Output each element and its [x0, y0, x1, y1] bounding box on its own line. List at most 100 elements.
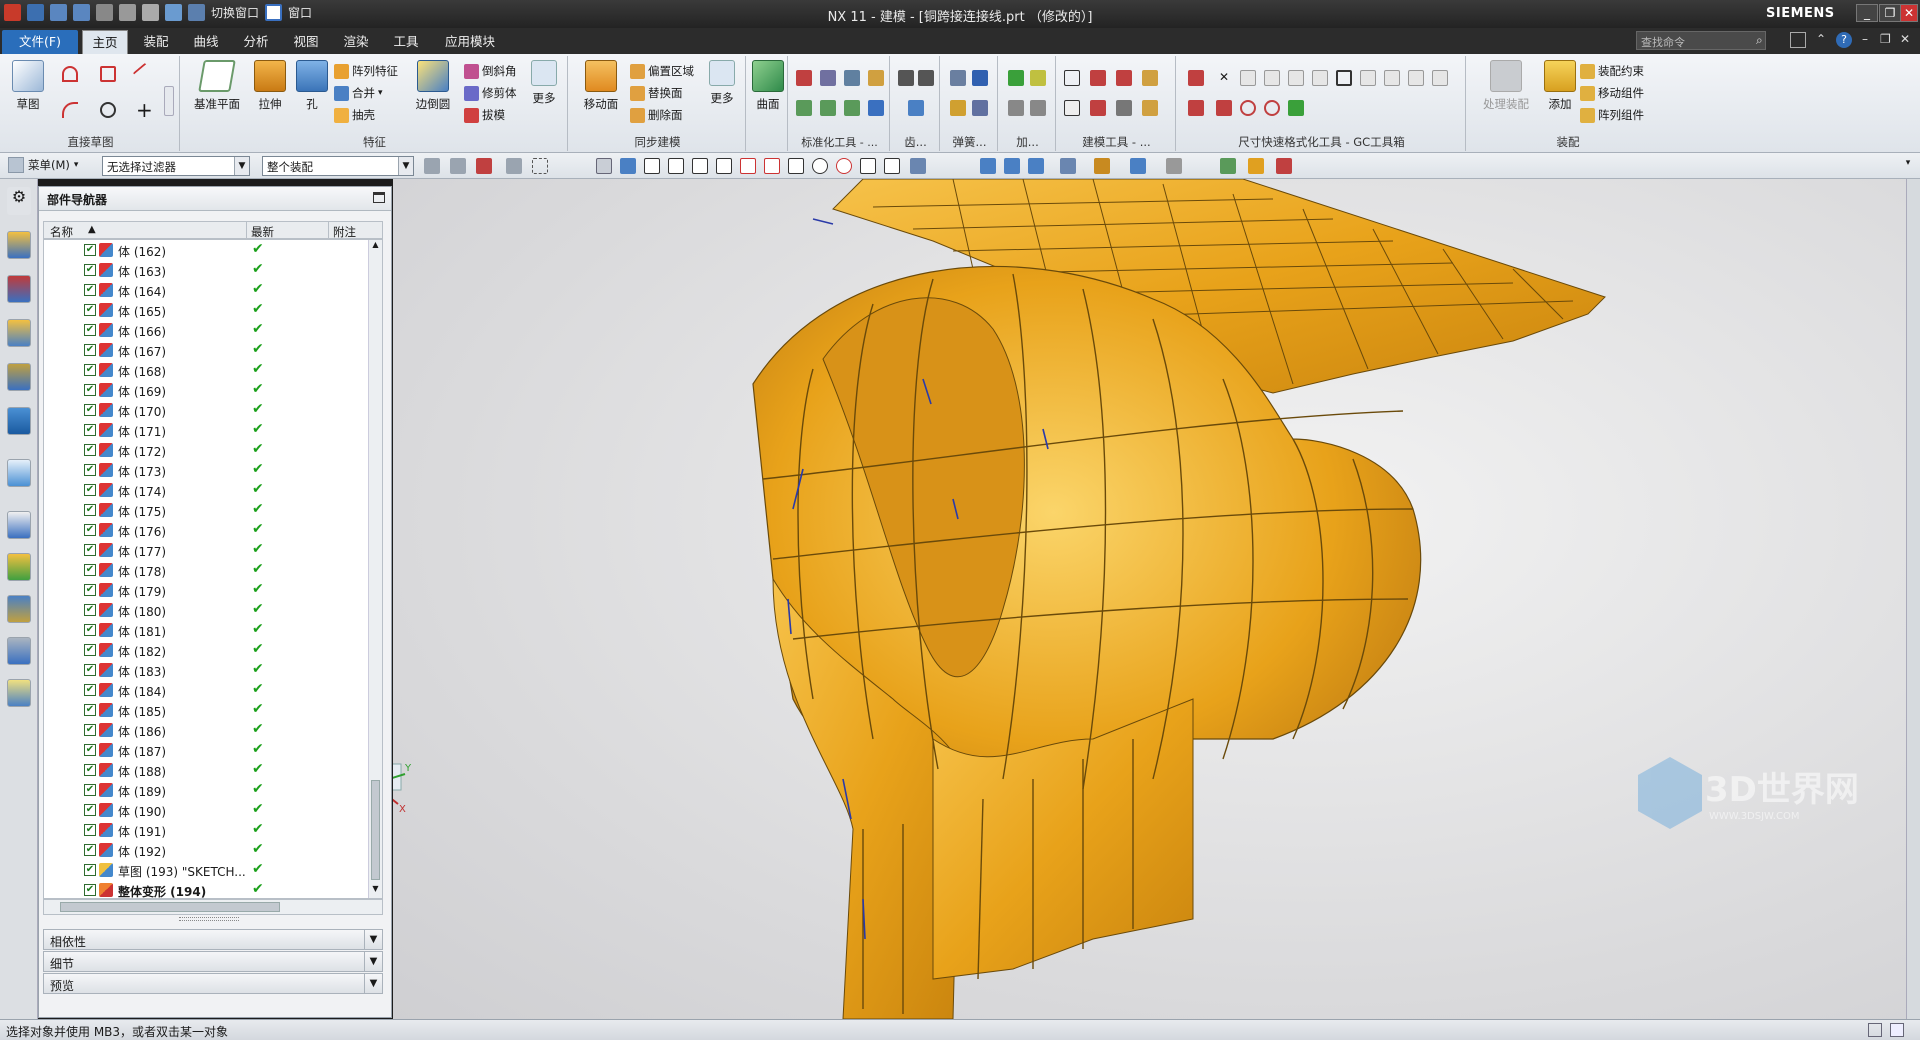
sync-more-button[interactable]: 更多	[700, 60, 744, 106]
feature-select-icon[interactable]	[476, 158, 492, 174]
manufacturing-wizards-icon[interactable]	[7, 637, 31, 665]
visibility-checkbox[interactable]: ✔	[84, 844, 96, 856]
dim-tool-8-icon[interactable]	[1360, 70, 1376, 86]
tree-row[interactable]: ✔ 体 (170) ✔	[44, 400, 374, 420]
layer-settings-icon[interactable]	[1130, 158, 1146, 174]
visibility-checkbox[interactable]: ✔	[84, 704, 96, 716]
visibility-checkbox[interactable]: ✔	[84, 664, 96, 676]
resource-settings-icon[interactable]: ⚙	[7, 187, 31, 215]
tab-analysis[interactable]: 分析	[236, 30, 276, 54]
tree-row[interactable]: ✔ 体 (163) ✔	[44, 260, 374, 280]
arc-icon[interactable]	[62, 102, 78, 118]
feature-more-button[interactable]: 更多	[522, 60, 566, 106]
column-notes[interactable]: 附注	[328, 222, 356, 239]
intersection-point-icon[interactable]	[740, 158, 756, 174]
process-studio-icon[interactable]	[7, 595, 31, 623]
spring-tool-2-icon[interactable]	[972, 70, 988, 86]
visibility-checkbox[interactable]: ✔	[84, 284, 96, 296]
std-tool-8-icon[interactable]	[868, 100, 884, 116]
gear-tool-3-icon[interactable]	[908, 100, 924, 116]
tree-row[interactable]: ✔ 体 (162) ✔	[44, 240, 374, 260]
restore-button[interactable]: ❐	[1879, 4, 1901, 22]
gear-tool-1-icon[interactable]	[898, 70, 914, 86]
system-materials-icon[interactable]	[7, 553, 31, 581]
assembly-constraint-button[interactable]: 装配约束	[1580, 62, 1644, 80]
arc-center-icon[interactable]	[764, 158, 780, 174]
add-tool-2-icon[interactable]	[1030, 70, 1046, 86]
visibility-checkbox[interactable]: ✔	[84, 864, 96, 876]
orient-view-icon[interactable]	[1094, 158, 1110, 174]
solid-select-icon[interactable]	[620, 158, 636, 174]
visibility-checkbox[interactable]: ✔	[84, 324, 96, 336]
profile-icon[interactable]	[62, 66, 78, 82]
spring-tool-4-icon[interactable]	[972, 100, 988, 116]
scroll-up-icon[interactable]: ▲	[369, 240, 382, 254]
part-navigator-icon[interactable]	[7, 319, 31, 347]
search-icon[interactable]: ⌕	[1756, 33, 1763, 48]
add-tool-3-icon[interactable]	[1008, 100, 1024, 116]
reuse-library-icon[interactable]	[7, 363, 31, 391]
point-on-face-icon[interactable]	[910, 158, 926, 174]
tree-row[interactable]: ✔ 体 (168) ✔	[44, 360, 374, 380]
visibility-checkbox[interactable]: ✔	[84, 264, 96, 276]
tab-applications[interactable]: 应用模块	[438, 30, 502, 54]
std-tool-1-icon[interactable]	[796, 70, 812, 86]
select-intent-icon[interactable]	[450, 158, 466, 174]
pattern-feature-button[interactable]: 阵列特征	[334, 62, 398, 80]
tree-row[interactable]: ✔ 体 (187) ✔	[44, 740, 374, 760]
shell-button[interactable]: 抽壳	[334, 106, 375, 124]
visibility-checkbox[interactable]: ✔	[84, 404, 96, 416]
tree-row[interactable]: ✔ 体 (185) ✔	[44, 700, 374, 720]
selection-scope-dropdown[interactable]: 整个装配 ▼	[262, 156, 414, 176]
column-up-to-date[interactable]: 最新	[246, 222, 274, 239]
dim-tool-3-icon[interactable]	[1240, 70, 1256, 86]
model-tool-1-icon[interactable]	[1064, 70, 1080, 86]
tree-row[interactable]: ✔ 草图 (193) "SKETCH... ✔	[44, 860, 374, 880]
hd3d-tools-icon[interactable]	[7, 407, 31, 435]
scroll-down-icon[interactable]: ▼	[369, 884, 382, 898]
visibility-checkbox[interactable]: ✔	[84, 604, 96, 616]
datum-plane-button[interactable]: 基准平面	[188, 60, 246, 112]
navigator-horizontal-scroll-thumb[interactable]	[60, 902, 280, 912]
tab-home[interactable]: 主页	[82, 30, 128, 54]
gear-tool-2-icon[interactable]	[918, 70, 934, 86]
dim-tool-12-icon[interactable]	[1188, 100, 1204, 116]
ribbon-close-icon[interactable]: ✕	[1900, 32, 1910, 46]
tab-render[interactable]: 渲染	[336, 30, 376, 54]
tab-file[interactable]: 文件(F)	[2, 30, 78, 54]
std-tool-5-icon[interactable]	[796, 100, 812, 116]
tree-row[interactable]: ✔ 整体变形 (194) ✔	[44, 880, 374, 898]
visibility-checkbox[interactable]: ✔	[84, 784, 96, 796]
dim-tool-1-icon[interactable]	[1188, 70, 1204, 86]
chevron-down-icon[interactable]: ▼	[364, 930, 382, 949]
chamfer-button[interactable]: 倒斜角	[464, 62, 517, 80]
tree-row[interactable]: ✔ 体 (180) ✔	[44, 600, 374, 620]
tree-row[interactable]: ✔ 体 (174) ✔	[44, 480, 374, 500]
visibility-checkbox[interactable]: ✔	[84, 764, 96, 776]
add-component-button[interactable]: 添加	[1538, 60, 1582, 112]
visibility-checkbox[interactable]: ✔	[84, 644, 96, 656]
tree-row[interactable]: ✔ 体 (176) ✔	[44, 520, 374, 540]
end-point-icon[interactable]	[668, 158, 684, 174]
chevron-down-icon[interactable]: ▼	[364, 974, 382, 993]
fit-view-icon[interactable]	[980, 158, 996, 174]
tree-row[interactable]: ✔ 体 (186) ✔	[44, 720, 374, 740]
visibility-checkbox[interactable]: ✔	[84, 444, 96, 456]
visibility-checkbox[interactable]: ✔	[84, 344, 96, 356]
offset-region-button[interactable]: 偏置区域	[630, 62, 694, 80]
panel-splitter[interactable]	[179, 917, 239, 921]
dim-tool-4-icon[interactable]	[1264, 70, 1280, 86]
delete-face-button[interactable]: 删除面	[630, 106, 683, 124]
point-snap-icon[interactable]	[644, 158, 660, 174]
tree-row[interactable]: ✔ 体 (190) ✔	[44, 800, 374, 820]
ribbon-restore-icon[interactable]: ❐	[1880, 32, 1891, 46]
visibility-checkbox[interactable]: ✔	[84, 524, 96, 536]
ribbon-minimize-icon[interactable]: –	[1862, 32, 1868, 46]
navigator-vertical-scroll-thumb[interactable]	[371, 780, 380, 880]
close-button[interactable]: ✕	[1900, 4, 1918, 22]
std-tool-7-icon[interactable]	[844, 100, 860, 116]
rectangle-icon[interactable]	[100, 66, 116, 82]
panel-details[interactable]: 细节 ▼	[43, 951, 383, 972]
quadrant-point-icon[interactable]	[836, 158, 852, 174]
point-on-curve-icon[interactable]	[884, 158, 900, 174]
